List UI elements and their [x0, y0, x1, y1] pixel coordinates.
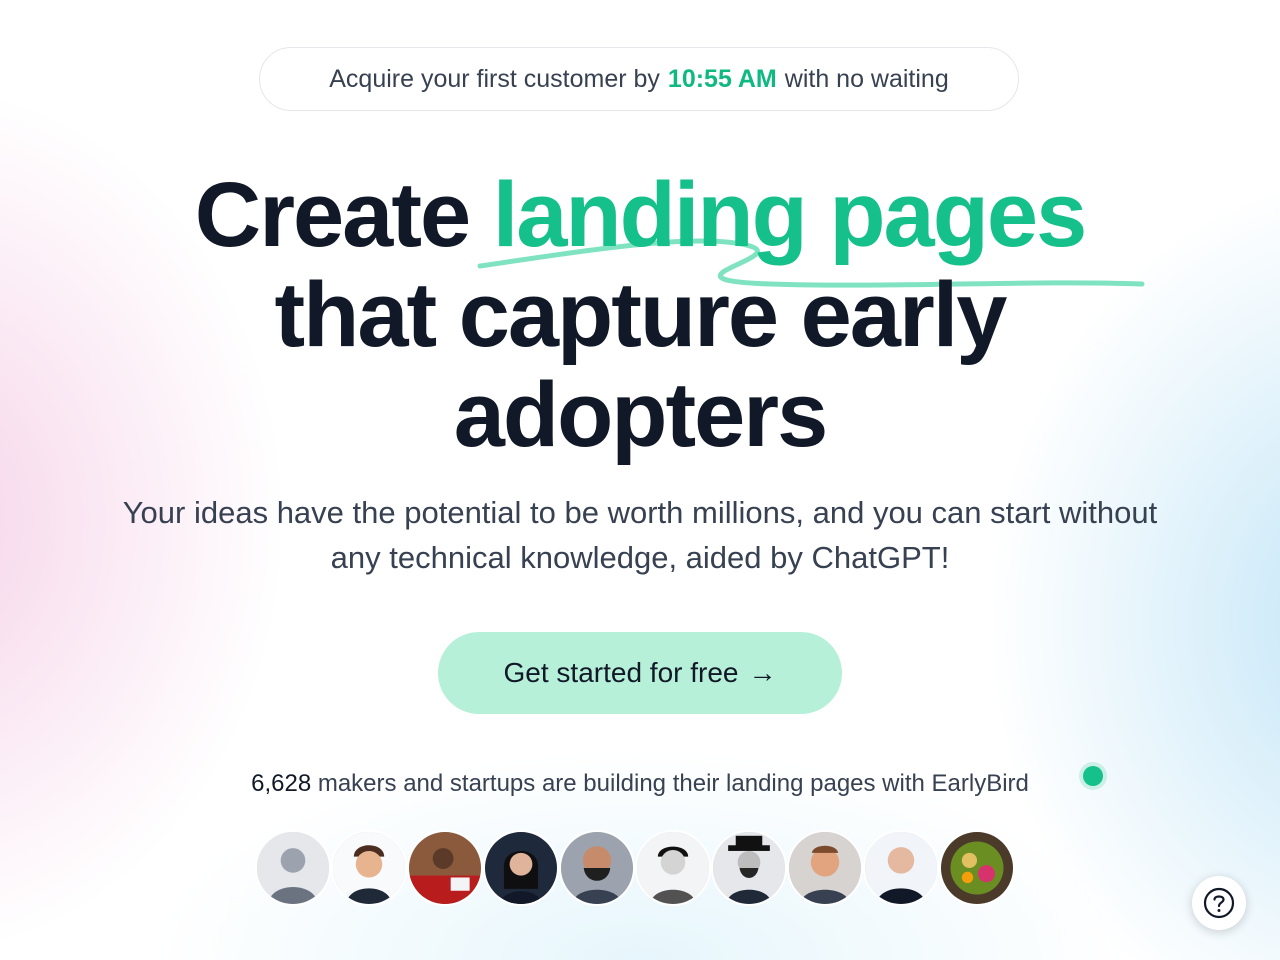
user-avatar-5	[559, 830, 635, 906]
banner-prefix: Acquire your first customer by	[329, 64, 660, 93]
get-started-button[interactable]: Get started for free →	[438, 632, 842, 714]
headline-line-1: Create landing pages	[0, 165, 1280, 265]
announcement-banner: Acquire your first customer by 10:55 AM …	[259, 47, 1019, 111]
avatar-row	[255, 830, 1015, 910]
live-status-dot-icon	[1083, 766, 1103, 786]
user-avatar-9	[863, 830, 939, 906]
user-avatar-2	[331, 830, 407, 906]
banner-suffix: with no waiting	[784, 64, 949, 93]
hero-headline: Create landing pages that capture early …	[0, 165, 1280, 465]
headline-accent: landing pages	[492, 164, 1088, 266]
user-avatar-6	[635, 830, 711, 906]
maker-count: 6,628	[251, 770, 312, 797]
hero-subtitle: Your ideas have the potential to be wort…	[40, 490, 1240, 580]
user-avatar-7	[711, 830, 787, 906]
social-proof-label: makers and startups are building their l…	[317, 770, 1029, 797]
headline-dark-word: Create	[194, 164, 471, 266]
help-button[interactable]	[1192, 876, 1246, 930]
headline-line-2: that capture early	[274, 264, 1008, 366]
banner-time: 10:55 AM	[667, 64, 777, 93]
arrow-right-icon: →	[748, 657, 777, 688]
headline-line-3: adopters	[453, 364, 829, 466]
user-avatar-8	[787, 830, 863, 906]
get-started-label: Get started for free	[503, 657, 739, 688]
user-avatar-1	[255, 830, 331, 906]
user-avatar-4	[483, 830, 559, 906]
question-mark-icon	[1203, 887, 1235, 919]
user-avatar-3	[407, 830, 483, 906]
food-bowl-avatar	[939, 830, 1015, 906]
subtitle-line-1: Your ideas have the potential to be wort…	[122, 495, 1158, 530]
subtitle-line-2: any technical knowledge, aided by ChatGP…	[330, 540, 950, 575]
